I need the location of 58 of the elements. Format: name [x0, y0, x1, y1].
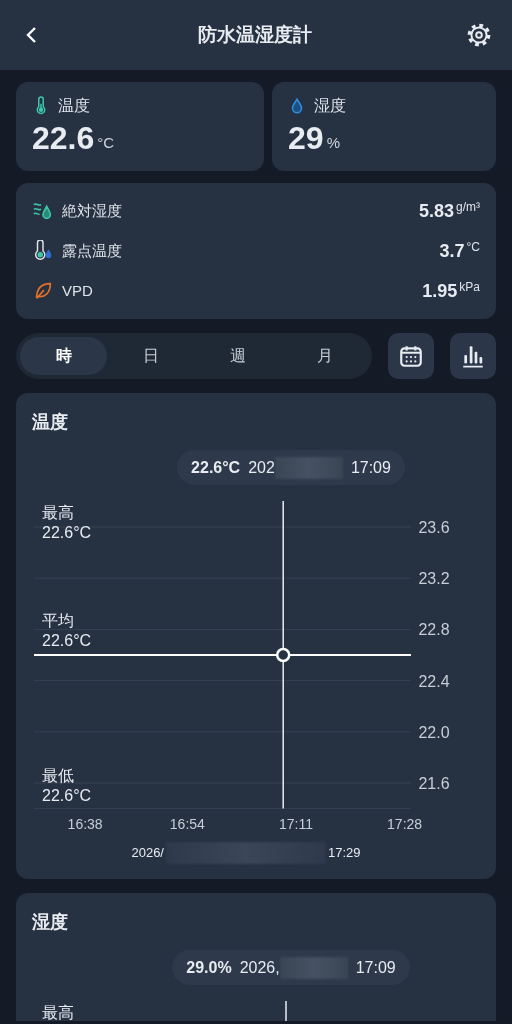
tooltip-value: 29.0% [186, 957, 232, 978]
stat-label: 平均 [42, 612, 74, 629]
chart-title: 温度 [31, 411, 69, 434]
reading-value: 22.6 [32, 122, 95, 154]
calendar-button[interactable] [388, 333, 434, 379]
detail-value: 5.83 [418, 199, 454, 223]
stat-value: 22.6°C [42, 524, 92, 541]
tooltip-time: 17:09 [350, 457, 391, 478]
tooltip-date: 2026, [239, 957, 280, 978]
blurred-text [279, 956, 348, 979]
settings-icon [466, 22, 492, 48]
blurred-text [274, 456, 343, 479]
detail-label: 露点温度 [62, 240, 122, 261]
detail-label: VPD [62, 280, 93, 301]
tooltip-date: 202 [248, 457, 275, 478]
tooltip-time: 17:09 [355, 957, 396, 978]
stat-value: 22.6°C [42, 787, 92, 804]
stat-label: 最高 [42, 504, 74, 521]
range-end: 17:29 [328, 844, 361, 863]
period-tab[interactable]: 月 [281, 337, 368, 375]
waves-drop-icon [32, 200, 54, 222]
page-title: 防水温湿度計 [198, 22, 312, 47]
axis-tick-label: 22.0 [418, 723, 450, 741]
reading-label: 湿度 [314, 96, 347, 116]
settings-button[interactable] [466, 22, 492, 48]
period-tab[interactable]: 時 [20, 337, 107, 375]
axis-tick-label: 22.4 [418, 672, 450, 690]
unit-label: kPa [459, 278, 480, 296]
stat-label: 最低 [42, 767, 74, 784]
stat-label: 最高 [42, 1004, 74, 1021]
cursor-line [285, 1000, 287, 1021]
calendar-icon [398, 343, 424, 369]
unit-label: °C [466, 238, 480, 256]
thermometer-drop-icon [32, 240, 54, 262]
axis-tick-label: 23.6 [418, 519, 450, 536]
axis-tick-label: 17:28 [387, 816, 423, 832]
chart-title: 湿度 [31, 911, 69, 934]
bar-chart-button[interactable] [450, 333, 496, 379]
detail-value: 1.95 [422, 279, 458, 303]
period-tab[interactable]: 日 [107, 337, 194, 375]
axis-tick-label: 21.6 [418, 775, 450, 792]
unit-label: g/m³ [456, 198, 480, 216]
axis-tick-label: 16:54 [169, 816, 205, 832]
period-tab[interactable]: 週 [194, 337, 281, 375]
range-start: 2026/ [131, 844, 164, 863]
reading-value: 29 [288, 122, 324, 154]
axis-tick-label: 22.8 [418, 621, 450, 639]
unit-label: °C [97, 132, 115, 153]
detail-label: 絶対湿度 [62, 200, 122, 221]
reading-label: 温度 [58, 96, 90, 116]
bar-chart-icon [460, 343, 486, 369]
axis-tick-label: 16:38 [67, 816, 103, 832]
stat-value: 22.6°C [42, 632, 92, 649]
tooltip-value: 22.6°C [191, 457, 241, 478]
axis-tick-label: 17:11 [279, 816, 313, 832]
axis-tick-label: 23.2 [418, 570, 450, 588]
detail-value: 3.7 [439, 239, 465, 263]
unit-label: % [326, 132, 340, 153]
